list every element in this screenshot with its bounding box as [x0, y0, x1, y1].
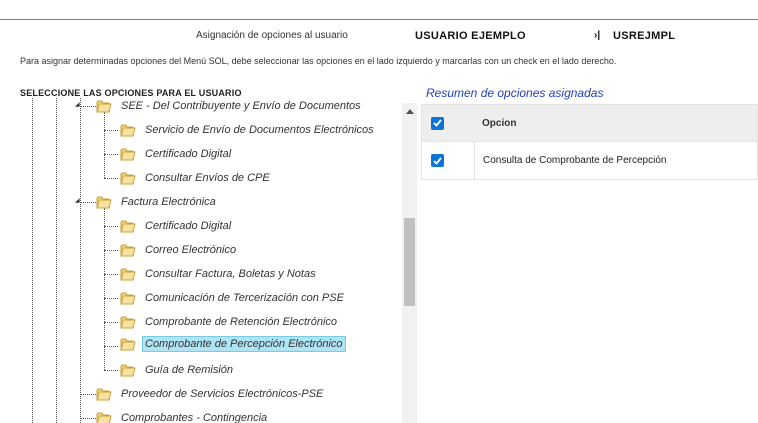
tree-node-selected[interactable]: Comprobante de Percepción Electrónico: [116, 334, 346, 354]
folder-icon: [96, 411, 112, 423]
assign-label: Asignación de opciones al usuario: [196, 30, 348, 41]
tree-node-label: Proveedor de Servicios Electrónicos-PSE: [121, 388, 324, 400]
tree-node-label: Servicio de Envío de Documentos Electrón…: [145, 124, 374, 136]
tree-node[interactable]: Servicio de Envío de Documentos Electrón…: [120, 120, 377, 140]
tree-node-label: Certificado Digital: [145, 148, 232, 160]
row-option-label: Consulta de Comprobante de Percepción: [483, 155, 667, 166]
scroll-thumb[interactable]: [404, 218, 415, 306]
tree-node-label: Comprobantes - Contingencia: [121, 412, 268, 423]
tree-node-label: Correo Electrónico: [145, 244, 237, 256]
tree-node[interactable]: Consultar Envíos de CPE: [120, 168, 273, 188]
tree-node-label: Consultar Envíos de CPE: [145, 172, 270, 184]
folder-icon: [120, 267, 136, 281]
tree-connector: [104, 274, 118, 275]
folder-icon: [120, 315, 136, 329]
tree-connector: [80, 394, 96, 395]
tree-node[interactable]: Guía de Remisión: [120, 360, 236, 380]
folder-icon: [120, 123, 136, 137]
row-checkbox[interactable]: [431, 154, 444, 167]
tree-guide: [80, 98, 81, 423]
tree-header: SELECCIONE LAS OPCIONES PARA EL USUARIO: [20, 88, 242, 98]
tree-node[interactable]: Certificado Digital: [120, 216, 234, 236]
tree-node[interactable]: Comprobante de Retención Electrónico: [120, 312, 340, 332]
select-all-checkbox[interactable]: [431, 116, 444, 130]
tree-connector: [80, 418, 96, 419]
scroll-up-arrow-icon[interactable]: [402, 105, 417, 117]
folder-icon: [120, 219, 136, 233]
tree-node-label: Certificado Digital: [145, 220, 232, 232]
tree-connector: [104, 178, 118, 179]
tree-node[interactable]: Correo Electrónico: [120, 240, 239, 260]
tree-connector: [104, 154, 118, 155]
tree-node[interactable]: Proveedor de Servicios Electrónicos-PSE: [96, 384, 326, 404]
tree-scrollbar[interactable]: [402, 103, 417, 423]
tree-connector: [104, 322, 118, 323]
summary-title: Resumen de opciones asignadas: [426, 86, 604, 100]
tree-node[interactable]: Factura Electrónica: [96, 192, 219, 212]
folder-icon: [120, 291, 136, 305]
row-check-cell: [422, 142, 475, 179]
top-divider: [0, 19, 758, 20]
checkmark-icon: [433, 119, 442, 127]
user-separator-icon: ›|: [594, 30, 601, 41]
tree-node[interactable]: Comprobantes - Contingencia: [96, 408, 270, 423]
tree-connector: [104, 226, 118, 227]
tree-guide: [56, 98, 57, 423]
tree-node-label: Comprobante de Retención Electrónico: [145, 316, 338, 328]
table-header-row: Opcion: [421, 104, 758, 142]
tree-node[interactable]: Consultar Factura, Boletas y Notas: [120, 264, 319, 284]
tree-connector: [80, 106, 96, 107]
expand-arrow-icon[interactable]: ◢: [75, 101, 80, 108]
tree-connector: [80, 202, 96, 203]
summary-table: Opcion Consulta de Comprobante de Percep…: [421, 104, 758, 180]
tree-node-label: Guía de Remisión: [145, 364, 234, 376]
table-row: Consulta de Comprobante de Percepción: [421, 142, 758, 180]
folder-icon: [120, 243, 136, 257]
folder-icon: [96, 387, 112, 401]
tree-connector: [104, 370, 118, 371]
options-tree: ◢ SEE - Del Contribuyente y Envío de Doc…: [20, 98, 418, 423]
instructions-text: Para asignar determinadas opciones del M…: [20, 56, 617, 66]
tree-node[interactable]: Comunicación de Tercerización con PSE: [120, 288, 347, 308]
expand-arrow-icon[interactable]: ◢: [75, 197, 80, 204]
tree-node[interactable]: SEE - Del Contribuyente y Envío de Docum…: [96, 98, 364, 116]
tree-node-label: Comunicación de Tercerización con PSE: [145, 292, 344, 304]
folder-icon: [120, 363, 136, 377]
folder-icon: [120, 171, 136, 185]
folder-icon: [96, 195, 112, 209]
tree-node-label: Factura Electrónica: [121, 196, 216, 208]
tree-guide: [32, 98, 33, 423]
tree-node-label: Consultar Factura, Boletas y Notas: [145, 268, 316, 280]
tree-guide: [104, 112, 105, 178]
tree-connector: [104, 298, 118, 299]
tree-node-label: Comprobante de Percepción Electrónico: [142, 336, 346, 352]
tree-node[interactable]: Certificado Digital: [120, 144, 234, 164]
folder-icon: [120, 147, 136, 161]
tree-connector: [104, 130, 118, 131]
user-name: USUARIO EJEMPLO: [415, 30, 526, 42]
column-header-opcion: Opcion: [482, 117, 517, 129]
tree-connector: [104, 250, 118, 251]
folder-icon: [96, 99, 112, 113]
select-all-cell: [422, 105, 452, 141]
folder-icon: [120, 337, 136, 351]
tree-node-label: SEE - Del Contribuyente y Envío de Docum…: [121, 100, 361, 112]
user-code: USREJMPL: [613, 30, 676, 42]
checkmark-icon: [433, 156, 442, 165]
